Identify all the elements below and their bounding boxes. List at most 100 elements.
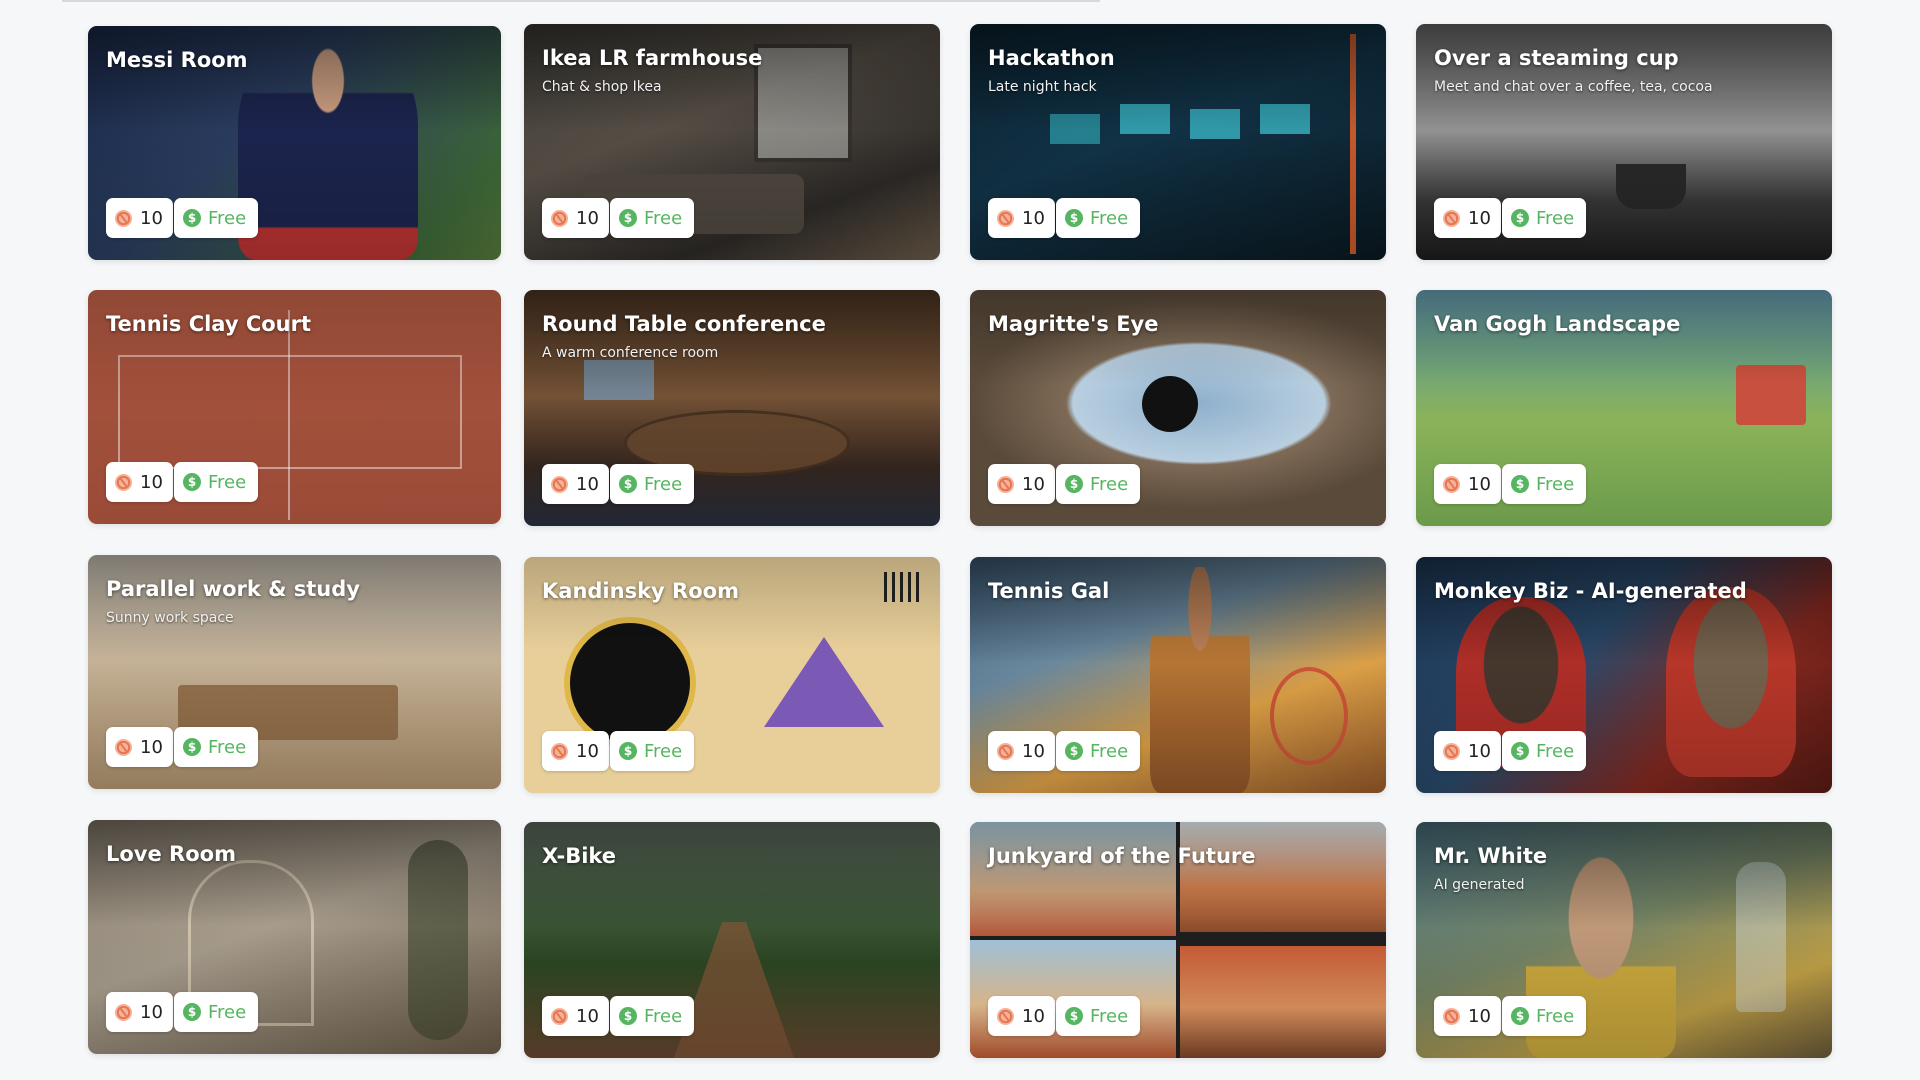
coin-icon (996, 742, 1015, 760)
dollar-icon: $ (619, 209, 637, 227)
participant-count: 10 (140, 207, 163, 229)
room-card-round-table[interactable]: Round Table conference A warm conference… (524, 290, 940, 526)
room-title: Kandinsky Room (542, 579, 739, 603)
room-card-ikea[interactable]: Ikea LR farmhouse Chat & shop Ikea 10 $ … (524, 24, 940, 260)
coin-icon (550, 1007, 569, 1025)
price-label: Free (208, 1001, 247, 1023)
price-badge[interactable]: $ Free (610, 198, 695, 238)
participant-count: 10 (576, 207, 599, 229)
participant-count: 10 (1468, 740, 1491, 762)
price-label: Free (1536, 740, 1575, 762)
room-card-monkey-biz[interactable]: Monkey Biz - AI-generated 10 $ Free (1416, 557, 1832, 793)
dollar-icon: $ (183, 1003, 201, 1021)
room-title: Mr. White (1434, 844, 1548, 868)
room-subtitle: Chat & shop Ikea (542, 79, 662, 95)
dollar-icon: $ (1511, 475, 1529, 493)
price-badge[interactable]: $ Free (1502, 464, 1587, 504)
room-title: Parallel work & study (106, 577, 360, 601)
price-badge[interactable]: $ Free (1502, 198, 1587, 238)
price-label: Free (644, 473, 683, 495)
price-badge[interactable]: $ Free (174, 462, 259, 502)
price-label: Free (1090, 1005, 1129, 1027)
room-title: Hackathon (988, 46, 1115, 70)
participant-count: 10 (140, 1001, 163, 1023)
room-card-steaming-cup[interactable]: Over a steaming cup Meet and chat over a… (1416, 24, 1832, 260)
coin-icon (114, 473, 133, 491)
price-label: Free (644, 207, 683, 229)
price-badge[interactable]: $ Free (610, 464, 695, 504)
participant-count-badge: 10 (542, 198, 609, 238)
room-grid: Messi Room 10 $ Free Ikea LR farmhouse C… (0, 0, 1920, 1080)
price-badge[interactable]: $ Free (610, 996, 695, 1036)
price-badge[interactable]: $ Free (174, 992, 259, 1032)
price-badge[interactable]: $ Free (1056, 731, 1141, 771)
coin-icon (114, 1003, 133, 1021)
room-title: Love Room (106, 842, 236, 866)
room-title: Van Gogh Landscape (1434, 312, 1681, 336)
room-title: Messi Room (106, 48, 248, 72)
room-card-x-bike[interactable]: X-Bike 10 $ Free (524, 822, 940, 1058)
price-badge[interactable]: $ Free (174, 727, 259, 767)
participant-count-badge: 10 (988, 731, 1055, 771)
participant-count: 10 (1022, 207, 1045, 229)
price-label: Free (1090, 473, 1129, 495)
participant-count-badge: 10 (988, 198, 1055, 238)
dollar-icon: $ (619, 475, 637, 493)
participant-count: 10 (1022, 473, 1045, 495)
price-label: Free (1090, 207, 1129, 229)
coin-icon (1442, 742, 1461, 760)
price-badge[interactable]: $ Free (1056, 996, 1141, 1036)
participant-count: 10 (1468, 473, 1491, 495)
price-badge[interactable]: $ Free (1056, 198, 1141, 238)
participant-count-badge: 10 (988, 464, 1055, 504)
room-title: Monkey Biz - AI-generated (1434, 579, 1747, 603)
price-label: Free (644, 1005, 683, 1027)
participant-count-badge: 10 (106, 992, 173, 1032)
room-title: Tennis Clay Court (106, 312, 312, 336)
participant-count-badge: 10 (106, 727, 173, 767)
dollar-icon: $ (183, 209, 201, 227)
coin-icon (114, 209, 133, 227)
participant-count: 10 (576, 740, 599, 762)
room-card-van-gogh[interactable]: Van Gogh Landscape 10 $ Free (1416, 290, 1832, 526)
price-label: Free (1536, 473, 1575, 495)
room-title: Over a steaming cup (1434, 46, 1679, 70)
room-card-parallel-work[interactable]: Parallel work & study Sunny work space 1… (88, 555, 501, 789)
room-title: X-Bike (542, 844, 617, 868)
dollar-icon: $ (183, 738, 201, 756)
room-subtitle: Late night hack (988, 79, 1097, 95)
price-badge[interactable]: $ Free (1502, 731, 1587, 771)
coin-icon (114, 738, 133, 756)
price-badge[interactable]: $ Free (1502, 996, 1587, 1036)
coin-icon (550, 475, 569, 493)
participant-count-badge: 10 (1434, 198, 1501, 238)
coin-icon (550, 742, 569, 760)
room-card-tennis-clay[interactable]: Tennis Clay Court 10 $ Free (88, 290, 501, 524)
dollar-icon: $ (1065, 1007, 1083, 1025)
participant-count: 10 (1468, 1005, 1491, 1027)
price-badge[interactable]: $ Free (610, 731, 695, 771)
room-subtitle: A warm conference room (542, 345, 719, 361)
room-title: Magritte's Eye (988, 312, 1159, 336)
room-card-messi[interactable]: Messi Room 10 $ Free (88, 26, 501, 260)
room-title: Round Table conference (542, 312, 826, 336)
participant-count-badge: 10 (1434, 464, 1501, 504)
room-card-kandinsky[interactable]: Kandinsky Room 10 $ Free (524, 557, 940, 793)
room-card-mr-white[interactable]: Mr. White AI generated 10 $ Free (1416, 822, 1832, 1058)
participant-count: 10 (576, 473, 599, 495)
dollar-icon: $ (1065, 209, 1083, 227)
room-card-hackathon[interactable]: Hackathon Late night hack 10 $ Free (970, 24, 1386, 260)
coin-icon (996, 209, 1015, 227)
dollar-icon: $ (619, 1007, 637, 1025)
price-badge[interactable]: $ Free (174, 198, 259, 238)
room-card-tennis-gal[interactable]: Tennis Gal 10 $ Free (970, 557, 1386, 793)
price-label: Free (208, 471, 247, 493)
room-card-love-room[interactable]: Love Room 10 $ Free (88, 820, 501, 1054)
participant-count-badge: 10 (988, 996, 1055, 1036)
price-label: Free (1090, 740, 1129, 762)
price-badge[interactable]: $ Free (1056, 464, 1141, 504)
price-label: Free (208, 736, 247, 758)
coin-icon (996, 1007, 1015, 1025)
room-card-junkyard[interactable]: Junkyard of the Future 10 $ Free (970, 822, 1386, 1058)
room-card-magritte[interactable]: Magritte's Eye 10 $ Free (970, 290, 1386, 526)
